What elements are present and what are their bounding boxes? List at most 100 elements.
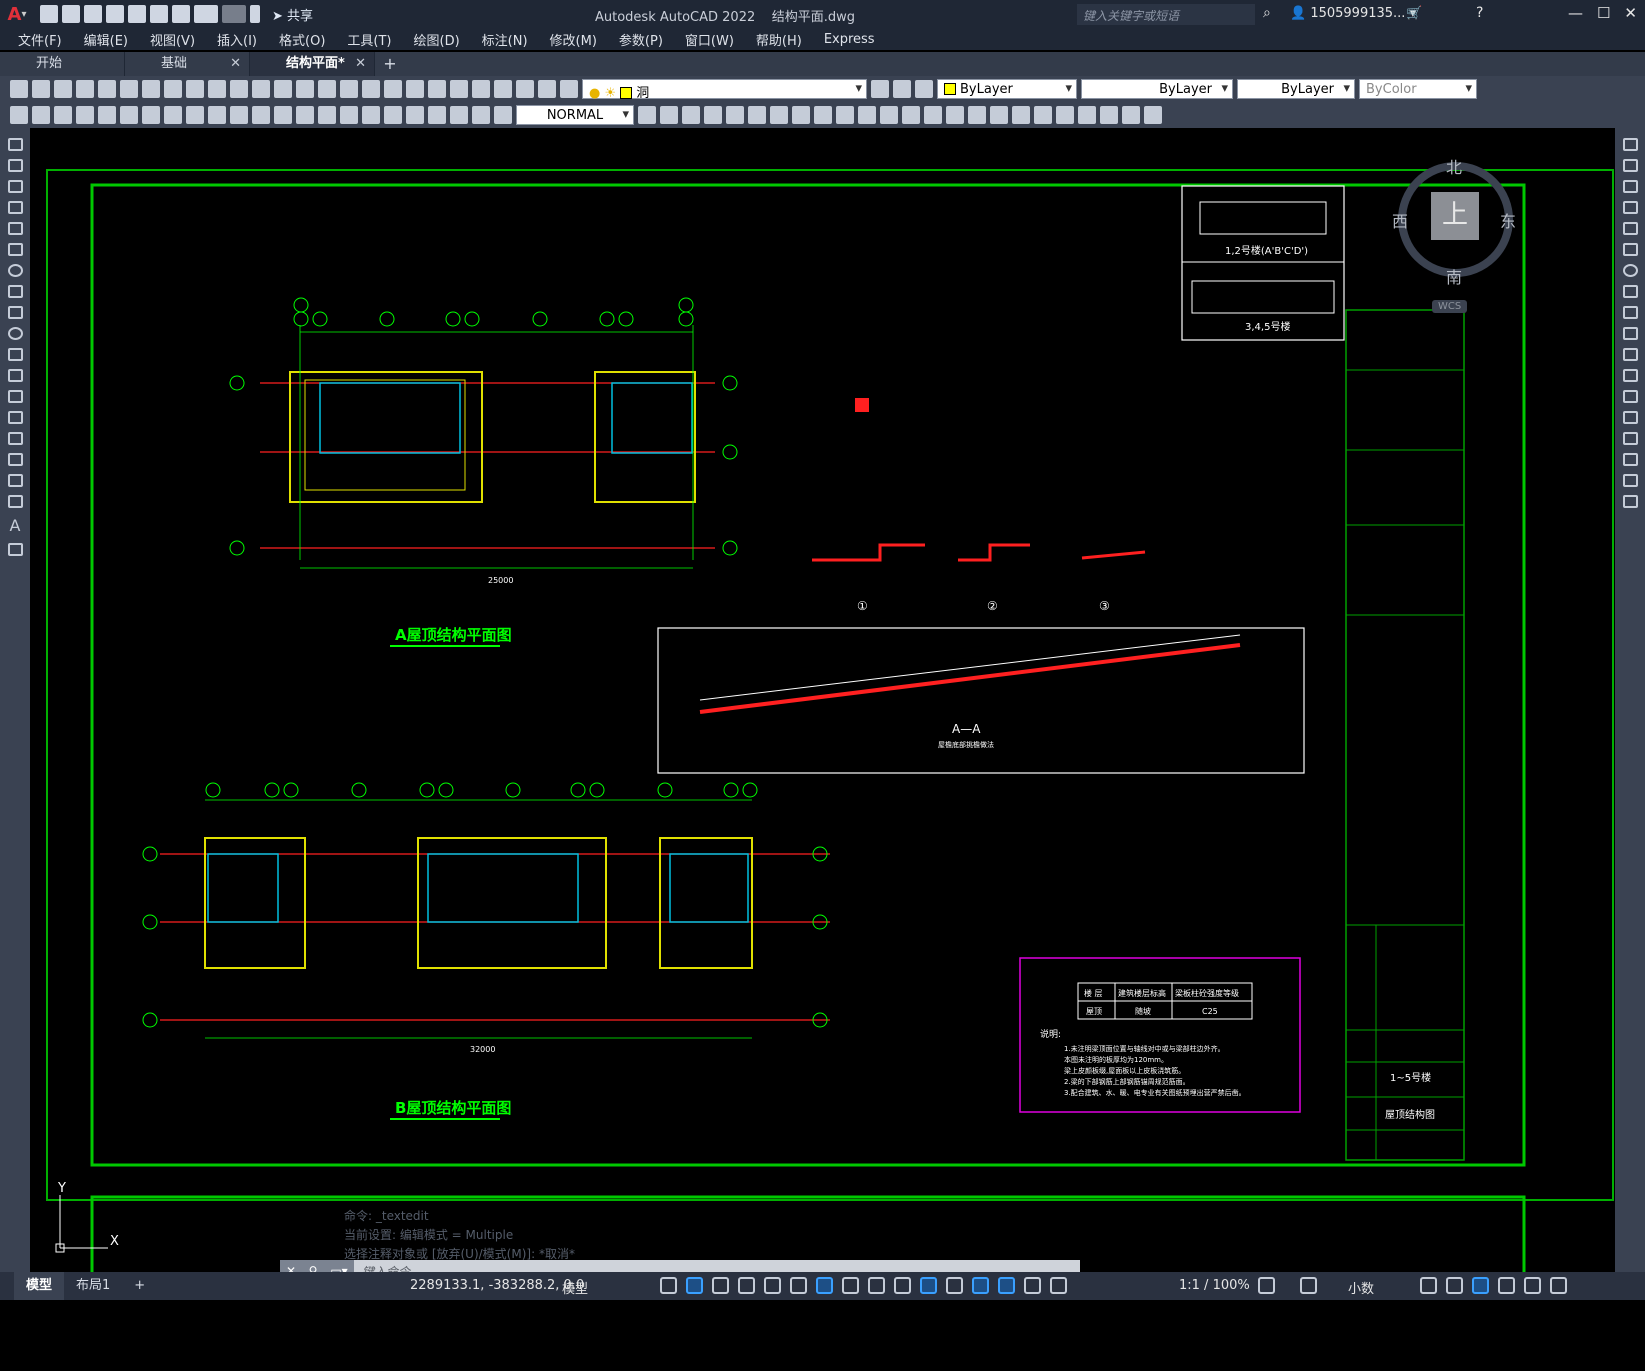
polar-icon[interactable] xyxy=(738,1277,755,1294)
revolve-icon[interactable] xyxy=(814,106,832,124)
new-tab-button[interactable]: + xyxy=(375,52,405,76)
revision-cloud-icon[interactable] xyxy=(7,285,23,298)
continue-dim-icon[interactable] xyxy=(296,106,314,124)
ucs-icon[interactable] xyxy=(1056,106,1074,124)
materials-icon[interactable] xyxy=(1034,106,1052,124)
erase-icon[interactable] xyxy=(1622,138,1638,151)
calculator-icon[interactable] xyxy=(516,80,534,98)
jogged-dim-icon[interactable] xyxy=(186,106,204,124)
preview-icon[interactable] xyxy=(98,80,116,98)
menu-dimension[interactable]: 标注(N) xyxy=(482,30,528,49)
close-icon[interactable]: ✕ xyxy=(355,52,366,76)
menu-view[interactable]: 视图(V) xyxy=(150,30,195,49)
tool-palettes-icon[interactable] xyxy=(450,80,468,98)
break-icon[interactable] xyxy=(1622,390,1638,403)
arc-icon[interactable] xyxy=(7,243,23,256)
move-icon[interactable] xyxy=(1622,243,1638,256)
diameter-dim-icon[interactable] xyxy=(208,106,226,124)
slice-icon[interactable] xyxy=(902,106,920,124)
dim-update-icon[interactable] xyxy=(494,106,512,124)
save-icon[interactable] xyxy=(54,80,72,98)
tolerance-icon[interactable] xyxy=(362,106,380,124)
insert-block-icon[interactable] xyxy=(7,369,23,382)
union-icon[interactable] xyxy=(836,106,854,124)
drawing-canvas[interactable]: 1~5号楼 屋顶结构图 1,2号楼(A'B'C'D') 3,4,5号楼 A屋顶结… xyxy=(30,128,1615,1272)
add-selected-icon[interactable] xyxy=(7,543,23,556)
graphics-performance-icon[interactable] xyxy=(1498,1277,1515,1294)
layer-iso-icon[interactable] xyxy=(54,106,72,124)
search-icon[interactable]: ⌕ xyxy=(1263,5,1271,21)
inspection-icon[interactable] xyxy=(406,106,424,124)
quick-dim-icon[interactable] xyxy=(252,106,270,124)
zoom-previous-icon[interactable] xyxy=(384,80,402,98)
help-icon[interactable]: ? xyxy=(1476,5,1483,21)
undo-icon[interactable] xyxy=(194,5,218,23)
zoom-window-icon[interactable] xyxy=(362,80,380,98)
cylinder-icon[interactable] xyxy=(748,106,766,124)
pan-icon[interactable] xyxy=(318,80,336,98)
isolate-objects-icon[interactable] xyxy=(1472,1277,1489,1294)
quick-properties-icon[interactable] xyxy=(1420,1277,1437,1294)
rotate-icon[interactable] xyxy=(1622,264,1638,277)
annotation-scale-icon[interactable] xyxy=(1050,1277,1067,1294)
menu-tools[interactable]: 工具(T) xyxy=(347,30,391,49)
customize-qat-icon[interactable] xyxy=(250,5,260,23)
open-web-icon[interactable] xyxy=(128,5,146,23)
section-icon[interactable] xyxy=(924,106,942,124)
baseline-dim-icon[interactable] xyxy=(274,106,292,124)
open-file-icon[interactable] xyxy=(62,5,80,23)
plotstyle-dropdown[interactable]: ByColor xyxy=(1359,79,1477,99)
dim-break-icon[interactable] xyxy=(340,106,358,124)
workspace-gear-icon[interactable] xyxy=(1258,1277,1275,1294)
minimize-icon[interactable]: — xyxy=(1568,4,1583,22)
units-display[interactable]: 小数 xyxy=(1348,1278,1374,1297)
interfere-icon[interactable] xyxy=(946,106,964,124)
radius-dim-icon[interactable] xyxy=(164,106,182,124)
box-icon[interactable] xyxy=(660,106,678,124)
close-icon[interactable]: ✕ xyxy=(230,52,241,76)
design-center-icon[interactable] xyxy=(428,80,446,98)
fillet-icon[interactable] xyxy=(1622,453,1638,466)
array-icon[interactable] xyxy=(1622,222,1638,235)
color-dropdown[interactable]: ByLayer xyxy=(937,79,1077,99)
3d-orbit-icon[interactable] xyxy=(1078,106,1096,124)
annotation-visibility-icon[interactable] xyxy=(998,1277,1015,1294)
transparency-icon[interactable] xyxy=(868,1277,885,1294)
polygon-icon[interactable] xyxy=(7,201,23,214)
linear-dim-icon[interactable] xyxy=(76,106,94,124)
gradient-icon[interactable] xyxy=(7,453,23,466)
open-icon[interactable] xyxy=(32,80,50,98)
lights-icon[interactable] xyxy=(1144,106,1162,124)
wedge-icon[interactable] xyxy=(682,106,700,124)
menu-help[interactable]: 帮助(H) xyxy=(756,30,802,49)
save-web-icon[interactable] xyxy=(150,5,168,23)
tab-start[interactable]: 开始 xyxy=(0,52,125,76)
selection-cycling-icon[interactable] xyxy=(894,1277,911,1294)
lock-ui-icon[interactable] xyxy=(1446,1277,1463,1294)
cone-icon[interactable] xyxy=(704,106,722,124)
construction-line-icon[interactable] xyxy=(7,159,23,172)
aligned-dim-icon[interactable] xyxy=(98,106,116,124)
object-snap-icon[interactable] xyxy=(816,1277,833,1294)
region-icon[interactable] xyxy=(7,474,23,487)
redo-icon[interactable] xyxy=(296,80,314,98)
dim-edit-icon[interactable] xyxy=(450,106,468,124)
rectangle-icon[interactable] xyxy=(7,222,23,235)
wcs-menu[interactable]: WCS xyxy=(1432,300,1468,313)
copy-object-icon[interactable] xyxy=(1622,159,1638,172)
3d-dwf-icon[interactable] xyxy=(142,80,160,98)
tab-structural-plan[interactable]: 结构平面* ✕ xyxy=(250,52,375,76)
match-properties-icon[interactable] xyxy=(230,80,248,98)
menu-window[interactable]: 窗口(W) xyxy=(685,30,734,49)
sheet-set-icon[interactable] xyxy=(472,80,490,98)
snap-icon[interactable] xyxy=(686,1277,703,1294)
lineweight-icon[interactable] xyxy=(842,1277,859,1294)
annotation-scale[interactable]: 1:1 / 100% xyxy=(1179,1278,1250,1293)
text-style-dropdown[interactable]: NORMAL xyxy=(516,105,634,125)
circle-icon[interactable] xyxy=(7,264,23,277)
make-current-icon[interactable] xyxy=(871,80,889,98)
clean-screen-icon[interactable] xyxy=(1524,1277,1541,1294)
auto-scale-icon[interactable] xyxy=(1024,1277,1041,1294)
jogged-linear-icon[interactable] xyxy=(428,106,446,124)
new-icon[interactable] xyxy=(10,80,28,98)
